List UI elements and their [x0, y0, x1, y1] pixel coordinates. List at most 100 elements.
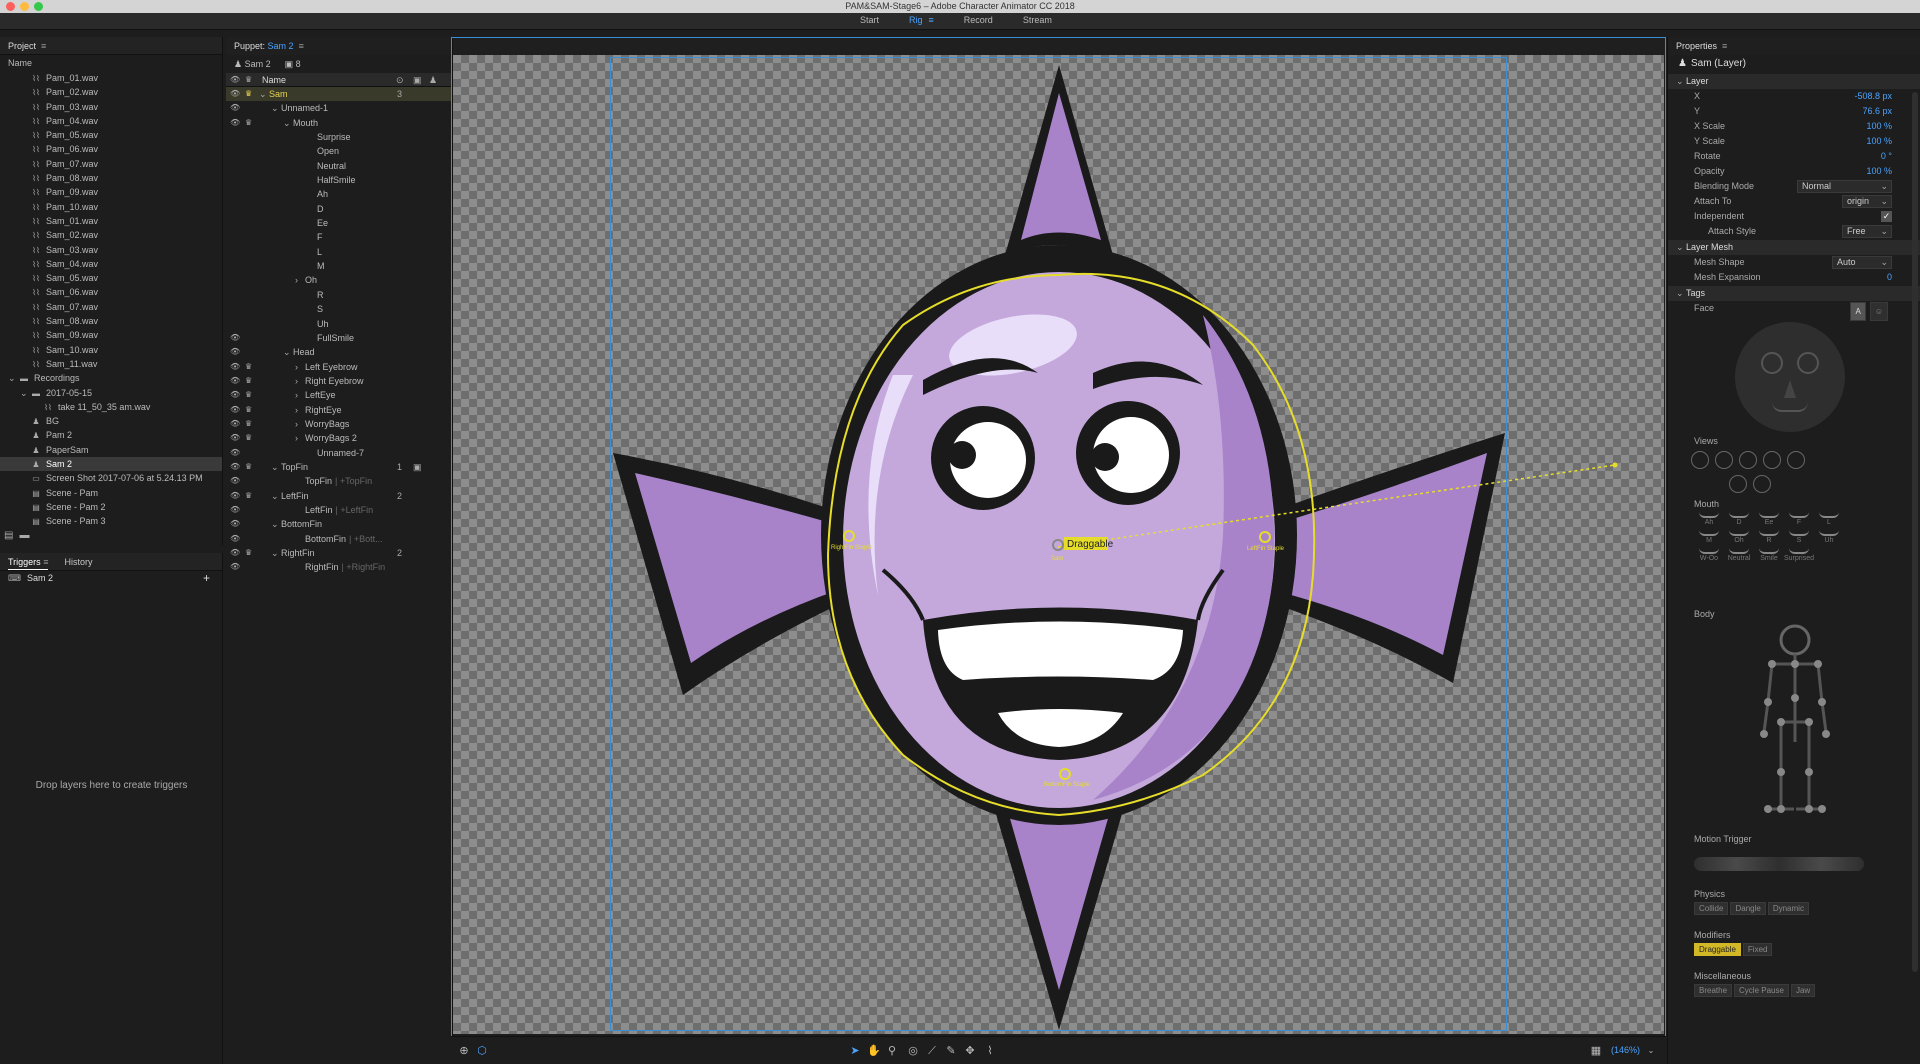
- layer-row[interactable]: Ee: [226, 216, 451, 230]
- mode-tab-stream[interactable]: Stream: [1023, 15, 1052, 25]
- crown-icon[interactable]: ♛: [245, 374, 255, 388]
- eye-icon[interactable]: 👁: [230, 560, 240, 574]
- layer-row[interactable]: 👁 ♛ › LeftEye: [226, 388, 451, 402]
- face-tag-left-eye[interactable]: [1761, 352, 1783, 374]
- crown-icon[interactable]: ♛: [245, 417, 255, 431]
- tag-chip-fixed[interactable]: Fixed: [1742, 943, 1773, 956]
- eye-icon[interactable]: 👁: [230, 116, 240, 130]
- add-trigger-button[interactable]: +: [203, 571, 210, 586]
- layer-row[interactable]: HalfSmile: [226, 173, 451, 187]
- motion-trigger-diagram[interactable]: [1668, 847, 1920, 887]
- eye-icon[interactable]: 👁: [230, 489, 240, 503]
- project-item[interactable]: ⌇⌇ Sam_06.wav: [0, 285, 222, 299]
- layer-row[interactable]: Uh: [226, 317, 451, 331]
- project-item[interactable]: ▤ Scene - Pam 3: [0, 514, 222, 528]
- view-back-icon[interactable]: [1753, 475, 1771, 493]
- face-tag-mouth[interactable]: [1772, 402, 1808, 412]
- project-item[interactable]: ⌇⌇ Pam_01.wav: [0, 71, 222, 85]
- viseme-f[interactable]: F: [1784, 512, 1814, 526]
- eye-icon[interactable]: 👁: [230, 460, 240, 474]
- layer-row[interactable]: 👁 RightFin | +RightFin: [226, 560, 451, 574]
- layer-row[interactable]: 👁 ⌄ BottomFin: [226, 517, 451, 531]
- project-item[interactable]: ♟ Pam 2: [0, 428, 222, 442]
- origin-toggle-icon[interactable]: ⊕: [457, 1044, 471, 1058]
- eye-icon[interactable]: 👁: [230, 446, 240, 460]
- eye-icon[interactable]: 👁: [230, 474, 240, 488]
- viseme-d[interactable]: D: [1724, 512, 1754, 526]
- tag-chip-draggable[interactable]: Draggable: [1694, 943, 1741, 956]
- eye-icon[interactable]: 👁: [230, 360, 240, 374]
- new-scene-icon[interactable]: ▤: [4, 530, 13, 541]
- layer-row[interactable]: 👁 ⌄ Head: [226, 345, 451, 359]
- chevron-down-icon[interactable]: ⌄: [259, 87, 267, 101]
- project-item[interactable]: ⌇⌇ Sam_08.wav: [0, 314, 222, 328]
- attach-to-select[interactable]: origin ⌄: [1842, 195, 1892, 208]
- chevron-down-icon[interactable]: ⌄: [271, 460, 279, 474]
- viseme-ee[interactable]: Ee: [1754, 512, 1784, 526]
- dangle-tool-icon[interactable]: ⌇: [983, 1044, 997, 1058]
- project-item[interactable]: ▤ Scene - Pam: [0, 486, 222, 500]
- viseme-l[interactable]: L: [1814, 512, 1844, 526]
- mode-tab-start[interactable]: Start: [860, 15, 879, 25]
- eye-icon[interactable]: 👁: [230, 532, 240, 546]
- project-item[interactable]: ⌇⌇ Sam_03.wav: [0, 243, 222, 257]
- eye-icon[interactable]: 👁: [230, 87, 240, 101]
- select-tool-icon[interactable]: ➤: [848, 1044, 862, 1058]
- project-item[interactable]: ⌇⌇ Sam_01.wav: [0, 214, 222, 228]
- viseme-r[interactable]: R: [1754, 530, 1784, 544]
- viseme-uh[interactable]: Uh: [1814, 530, 1844, 544]
- grid-icon[interactable]: ▦: [1589, 1044, 1603, 1058]
- crown-icon[interactable]: ♛: [245, 360, 255, 374]
- crown-icon[interactable]: ♛: [245, 116, 255, 130]
- prop-y-value[interactable]: 76.6 px: [1862, 104, 1892, 119]
- tag-chip-breathe[interactable]: Breathe: [1694, 984, 1733, 997]
- layer-row[interactable]: 👁 ♛ › RightEye: [226, 403, 451, 417]
- project-item[interactable]: ⌄ ▬ Recordings: [0, 371, 222, 385]
- project-item[interactable]: ▭ Screen Shot 2017-07-06 at 5.24.13 PM: [0, 471, 222, 485]
- panel-menu-icon[interactable]: ≡: [1722, 41, 1727, 51]
- project-item[interactable]: ⌇⌇ Sam_02.wav: [0, 228, 222, 242]
- layer-row[interactable]: Open: [226, 144, 451, 158]
- project-item[interactable]: ⌇⌇ Sam_11.wav: [0, 357, 222, 371]
- tag-chip-cycle-pause[interactable]: Cycle Pause: [1734, 984, 1789, 997]
- project-item[interactable]: ⌄ ▬ 2017-05-15: [0, 386, 222, 400]
- chevron-right-icon[interactable]: ›: [295, 403, 298, 417]
- close-window-icon[interactable]: [6, 2, 15, 11]
- layer-row[interactable]: 👁 FullSmile: [226, 331, 451, 345]
- layer-row[interactable]: 👁 ♛ ⌄ LeftFin 2: [226, 489, 451, 503]
- layer-row[interactable]: L: [226, 245, 451, 259]
- panel-menu-icon[interactable]: ≡: [41, 41, 46, 51]
- stick-tool-icon[interactable]: ⟋: [925, 1044, 939, 1058]
- chevron-down-icon[interactable]: ⌄: [271, 101, 279, 115]
- viseme-smile[interactable]: Smile: [1754, 548, 1784, 562]
- layer-row[interactable]: 👁 TopFin | +TopFin: [226, 474, 451, 488]
- prop-xscale-value[interactable]: 100 %: [1866, 119, 1892, 134]
- chevron-right-icon[interactable]: ›: [295, 417, 298, 431]
- layer-row[interactable]: 👁 ♛ ⌄ Sam 3: [226, 87, 451, 102]
- crown-icon[interactable]: ♛: [245, 87, 255, 101]
- mode-menu-icon[interactable]: ≡: [929, 15, 934, 25]
- chevron-down-icon[interactable]: ⌄: [20, 386, 30, 400]
- chevron-down-icon[interactable]: ⌄: [8, 371, 18, 385]
- project-item[interactable]: ⌇⌇ Sam_10.wav: [0, 343, 222, 357]
- attach-style-select[interactable]: Free ⌄: [1842, 225, 1892, 238]
- layer-row[interactable]: 👁 ♛ › WorryBags: [226, 417, 451, 431]
- layer-row[interactable]: 👁 BottomFin | +Bott...: [226, 532, 451, 546]
- viseme-surprised[interactable]: Surprised: [1784, 548, 1814, 562]
- project-item[interactable]: ♟ BG: [0, 414, 222, 428]
- eye-icon[interactable]: 👁: [230, 517, 240, 531]
- crown-icon[interactable]: ♛: [245, 460, 255, 474]
- pin-tool-icon[interactable]: ✎: [944, 1044, 958, 1058]
- layer-row[interactable]: 👁 ♛ › Left Eyebrow: [226, 360, 451, 374]
- view-left-profile-icon[interactable]: [1739, 451, 1757, 469]
- minimize-window-icon[interactable]: [20, 2, 29, 11]
- layer-row[interactable]: 👁 ♛ › WorryBags 2: [226, 431, 451, 445]
- layer-mesh-section-header[interactable]: ⌄ Layer Mesh: [1668, 240, 1920, 255]
- chevron-right-icon[interactable]: ›: [295, 388, 298, 402]
- layer-row[interactable]: Neutral: [226, 159, 451, 173]
- chevron-down-icon[interactable]: ⌄: [271, 489, 279, 503]
- prop-yscale-value[interactable]: 100 %: [1866, 134, 1892, 149]
- view-left-quarter-icon[interactable]: [1715, 451, 1733, 469]
- layer-row[interactable]: 👁 ♛ ⌄ TopFin 1 ▣: [226, 460, 451, 474]
- independent-checkbox[interactable]: ✓: [1881, 211, 1892, 222]
